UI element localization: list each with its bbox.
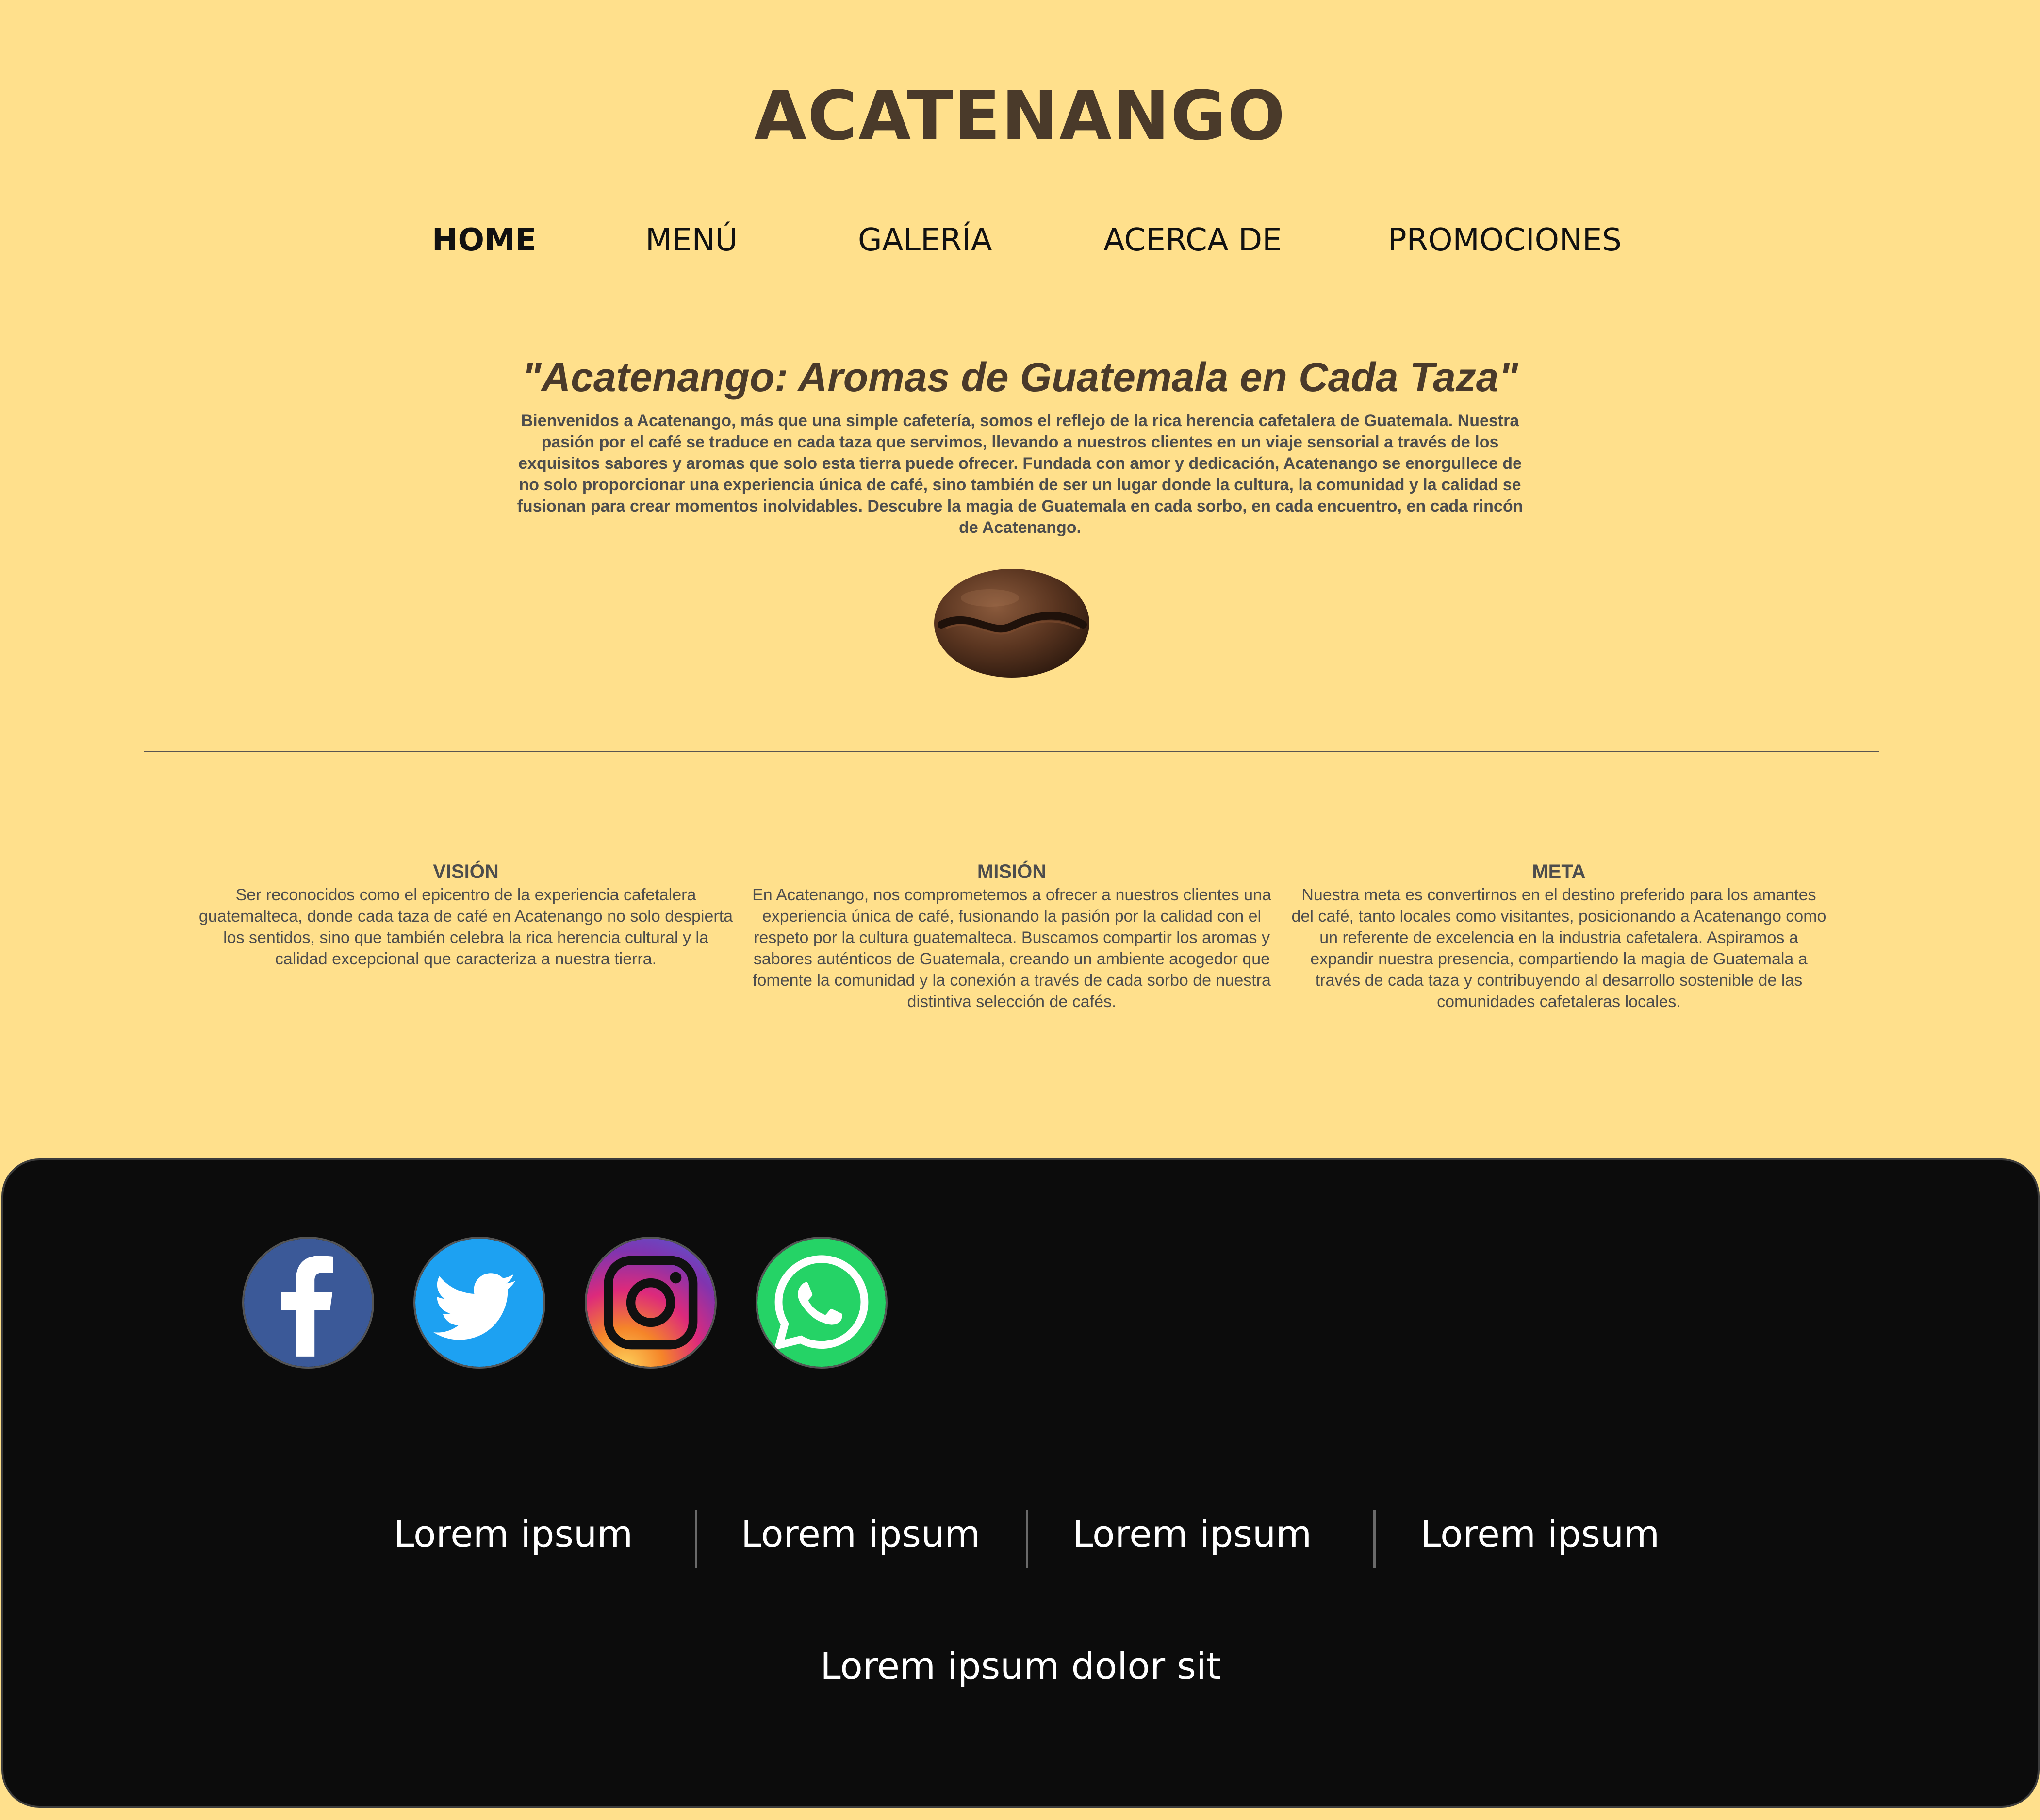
footer-link-separator bbox=[1026, 1510, 1028, 1568]
nav-item-acerca-de[interactable]: ACERCA DE bbox=[1103, 218, 1282, 262]
nav-item-menu[interactable]: MENÚ bbox=[645, 218, 738, 262]
mision-text: En Acatenango, nos comprometemos a ofrec… bbox=[752, 886, 1271, 1011]
coffee-bean-image bbox=[932, 564, 1092, 680]
page: ACATENANGO HOME MENÚ GALERÍA ACERCA DE P… bbox=[0, 0, 2040, 1820]
brand-logo-text[interactable]: ACATENANGO bbox=[0, 78, 2040, 155]
facebook-icon[interactable] bbox=[242, 1237, 374, 1369]
footer-link-2[interactable]: Lorem ipsum bbox=[741, 1510, 980, 1558]
footer-link-1[interactable]: Lorem ipsum bbox=[394, 1510, 633, 1558]
mision-title: MISIÓN bbox=[977, 861, 1047, 882]
footer-link-4[interactable]: Lorem ipsum bbox=[1420, 1510, 1660, 1558]
nav-item-home[interactable]: HOME bbox=[432, 218, 536, 262]
footer-link-separator bbox=[1373, 1510, 1376, 1568]
section-divider bbox=[144, 751, 1879, 752]
mision-column: MISIÓN En Acatenango, nos comprometemos … bbox=[742, 859, 1281, 1012]
footer-link-3[interactable]: Lorem ipsum bbox=[1072, 1510, 1312, 1558]
meta-text: Nuestra meta es convertirnos en el desti… bbox=[1291, 886, 1826, 1011]
twitter-icon[interactable] bbox=[413, 1237, 545, 1369]
meta-title: META bbox=[1532, 861, 1586, 882]
site-footer: Lorem ipsum Lorem ipsum Lorem ipsum Lore… bbox=[1, 1158, 2040, 1808]
vision-title: VISIÓN bbox=[433, 861, 499, 882]
hero-title: "Acatenango: Aromas de Guatemala en Cada… bbox=[522, 354, 1518, 400]
hero-description: Bienvenidos a Acatenango, más que una si… bbox=[517, 412, 1523, 537]
whatsapp-icon[interactable] bbox=[756, 1237, 888, 1369]
nav-item-promociones[interactable]: PROMOCIONES bbox=[1388, 218, 1622, 262]
footer-link-separator bbox=[695, 1510, 697, 1568]
footer-copyright: Lorem ipsum dolor sit bbox=[820, 1644, 1221, 1688]
main-nav: HOME MENÚ GALERÍA ACERCA DE PROMOCIONES bbox=[0, 218, 2040, 262]
meta-column: META Nuestra meta es convertirnos en el … bbox=[1288, 859, 1829, 1012]
vision-text: Ser reconocidos como el epicentro de la … bbox=[198, 886, 733, 968]
instagram-icon[interactable] bbox=[585, 1237, 717, 1369]
vision-column: VISIÓN Ser reconocidos como el epicentro… bbox=[197, 859, 735, 970]
nav-item-galeria[interactable]: GALERÍA bbox=[858, 218, 992, 262]
